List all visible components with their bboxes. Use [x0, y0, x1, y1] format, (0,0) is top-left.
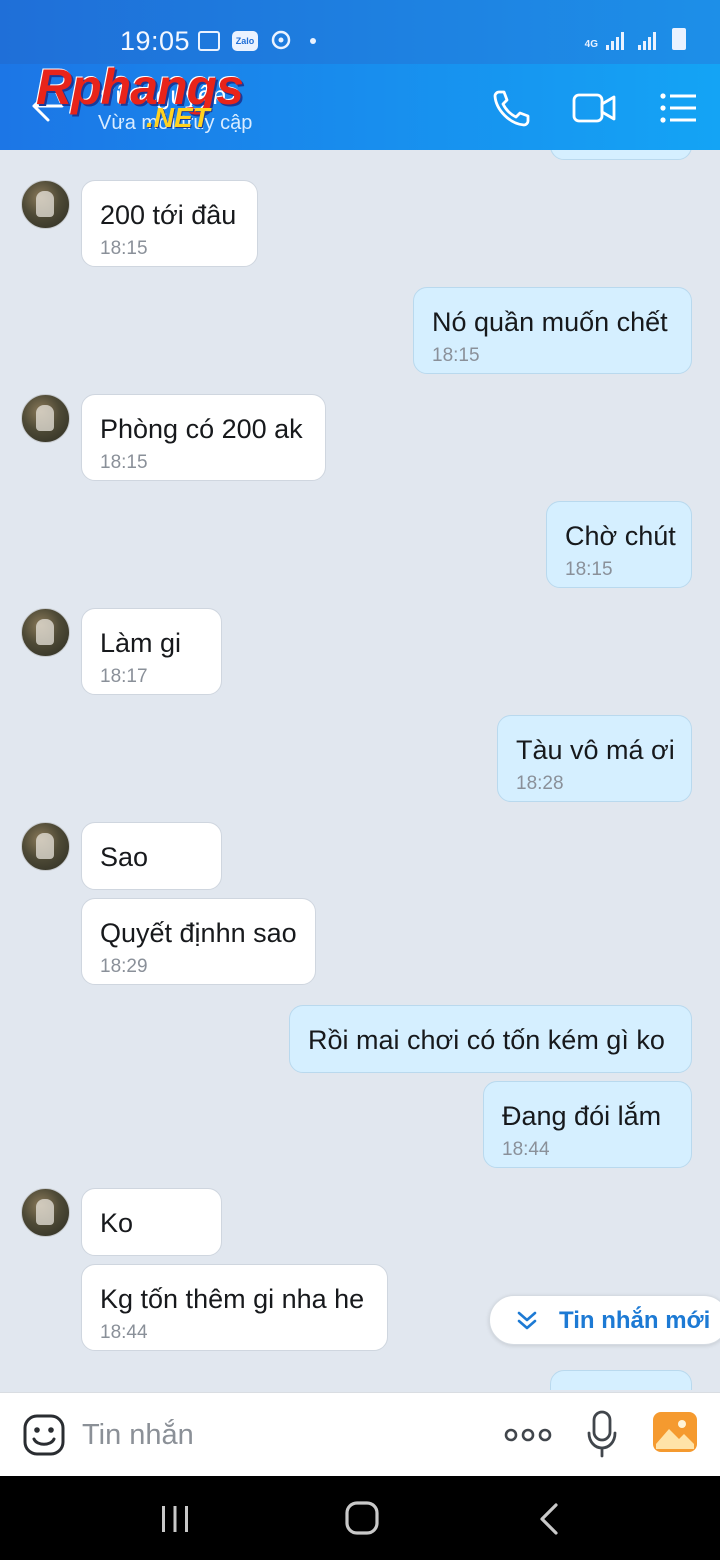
contact-avatar[interactable] [21, 180, 70, 229]
message-text: 200 tới đâu [100, 200, 237, 230]
message-bubble[interactable]: 200 tới đâu 18:15 [81, 180, 258, 267]
new-message-button[interactable]: Tin nhắn mới [489, 1295, 720, 1345]
message-time: 18:15 [565, 559, 613, 580]
message-bubble[interactable]: Sao [81, 822, 222, 890]
notification-icons: Zalo [198, 30, 316, 52]
message-time: 18:28 [516, 773, 564, 794]
message-text: Phòng có 200 ak [100, 414, 303, 444]
message-time: 18:17 [100, 666, 148, 687]
message-time: 18:44 [502, 1139, 550, 1160]
signal-2-icon [638, 32, 656, 50]
message-text: Tàu vô má ơi [516, 735, 675, 765]
message-bubble[interactable]: Phòng có 200 ak 18:15 [81, 394, 326, 481]
more-notifications-dot [310, 38, 316, 44]
message-time: 18:44 [100, 1322, 148, 1343]
message-bubble[interactable]: Tàu vô má ơi 18:28 [497, 715, 692, 802]
message-input-bar: Tin nhắn [0, 1392, 720, 1476]
message-time: 18:15 [432, 345, 480, 366]
message-text: Kg tốn thêm gi nha he [100, 1284, 365, 1314]
chat-messages-area[interactable]: 200 tới đâu 18:15 Nó quần muốn chết 18:1… [0, 150, 720, 1390]
message-bubble[interactable]: Đang đói lắm 18:44 [483, 1081, 692, 1168]
message-bubble[interactable]: Kg tốn thêm gi nha he 18:44 [81, 1264, 388, 1351]
chat-notification-icon [271, 30, 291, 50]
back-nav-icon[interactable] [536, 1502, 562, 1536]
watermark-logo: Rphangs [36, 59, 244, 115]
phone-icon[interactable] [490, 86, 534, 130]
message-bubble[interactable]: Chờ chút 18:15 [546, 501, 692, 588]
double-chevron-down-icon [517, 1311, 537, 1330]
list-menu-icon[interactable] [658, 86, 702, 130]
message-text: Làm gi [100, 628, 182, 658]
message-bubble[interactable]: Rồi mai chơi có tốn kém gì ko [289, 1005, 692, 1073]
gallery-notification-icon [198, 31, 220, 51]
message-text: Sao [100, 842, 149, 872]
message-time: 18:15 [100, 238, 148, 259]
chat-header: Vũ Nguyễn Vừa mới truy cập Rphangs .NET [0, 59, 720, 150]
home-icon[interactable] [344, 1500, 380, 1536]
system-status-icons: 4G [585, 28, 686, 50]
message-bubble-partial [550, 150, 692, 160]
battery-icon [672, 28, 686, 50]
message-bubble-partial [550, 1370, 692, 1390]
signal-1-icon [606, 32, 624, 50]
message-bubble[interactable]: Nó quần muốn chết 18:15 [413, 287, 692, 374]
new-message-label: Tin nhắn mới [559, 1307, 711, 1334]
status-bar: 19:05 Zalo 4G [0, 0, 720, 64]
network-type-label: 4G [584, 39, 598, 50]
message-text: Đang đói lắm [502, 1101, 662, 1131]
message-input[interactable]: Tin nhắn [82, 1419, 194, 1452]
system-nav-bar [0, 1476, 720, 1560]
contact-avatar[interactable] [21, 608, 70, 657]
message-bubble[interactable]: Quyết địnhn sao 18:29 [81, 898, 316, 985]
message-text: Quyết địnhn sao [100, 918, 297, 948]
message-bubble[interactable]: Làm gi 18:17 [81, 608, 222, 695]
message-text: Chờ chút [565, 521, 676, 551]
recent-apps-icon[interactable] [160, 1504, 190, 1534]
emoji-icon[interactable] [22, 1413, 66, 1457]
message-text: Nó quần muốn chết [432, 307, 668, 337]
image-icon[interactable] [652, 1411, 698, 1453]
watermark-logo-suffix: .NET [146, 102, 210, 133]
status-time: 19:05 [120, 26, 191, 56]
message-text: Rồi mai chơi có tốn kém gì ko [308, 1025, 665, 1055]
microphone-icon[interactable] [586, 1409, 618, 1459]
message-time: 18:29 [100, 956, 148, 977]
contact-avatar[interactable] [21, 822, 70, 871]
message-time: 18:15 [100, 452, 148, 473]
contact-avatar[interactable] [21, 1188, 70, 1237]
message-bubble[interactable]: Ko [81, 1188, 222, 1256]
message-text: Ko [100, 1208, 134, 1238]
more-dots-icon[interactable] [504, 1423, 552, 1447]
video-camera-icon[interactable] [572, 86, 616, 130]
zalo-notification-icon: Zalo [232, 31, 258, 51]
contact-avatar[interactable] [21, 394, 70, 443]
